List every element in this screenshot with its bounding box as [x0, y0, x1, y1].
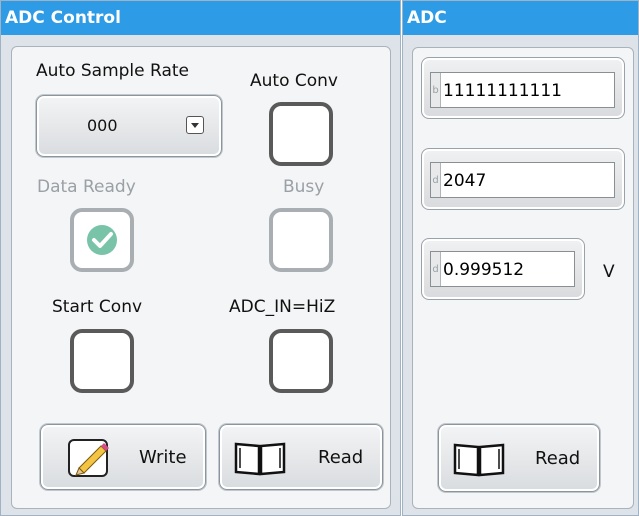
adc-control-group: Auto Sample Rate 000 Auto Conv Data Read…: [11, 46, 391, 509]
data-ready-label: Data Ready: [37, 177, 136, 197]
adc-panel: ADC b 11111111111 d 2047 d 0.999512 V Re…: [402, 0, 639, 516]
read-button-label: Read: [318, 447, 364, 468]
auto-sample-rate-value: 000: [87, 116, 118, 135]
binary-value-control: b 11111111111: [421, 57, 625, 119]
open-book-icon: [453, 443, 505, 477]
adc-title: ADC: [403, 1, 638, 35]
busy-label: Busy: [283, 177, 325, 197]
pencil-notepad-icon: [68, 439, 109, 477]
write-button-label: Write: [139, 447, 187, 468]
adc-in-hiz-label: ADC_IN=HiZ: [229, 297, 336, 317]
voltage-value-field[interactable]: d 0.999512: [430, 251, 575, 287]
auto-conv-label: Auto Conv: [250, 71, 338, 91]
checkmark-icon: [87, 225, 117, 255]
data-ready-indicator: [70, 208, 134, 272]
voltage-radix-indicator[interactable]: d: [431, 252, 441, 286]
open-book-icon: [234, 442, 286, 476]
voltage-unit-label: V: [603, 262, 615, 282]
voltage-value: 0.999512: [443, 260, 525, 280]
voltage-value-control: d 0.999512: [421, 238, 585, 300]
start-conv-toggle[interactable]: [70, 329, 134, 393]
adc-read-button[interactable]: Read: [438, 424, 600, 492]
decimal-radix-indicator[interactable]: d: [431, 163, 441, 197]
write-button[interactable]: Write: [40, 424, 206, 490]
auto-conv-toggle[interactable]: [269, 102, 333, 166]
auto-sample-rate-label: Auto Sample Rate: [36, 61, 189, 81]
decimal-value-field[interactable]: d 2047: [430, 162, 615, 198]
binary-value-field[interactable]: b 11111111111: [430, 72, 615, 108]
adc-group: b 11111111111 d 2047 d 0.999512 V Read: [412, 47, 634, 509]
binary-value: 11111111111: [443, 81, 562, 101]
start-conv-label: Start Conv: [52, 297, 143, 317]
decimal-value: 2047: [443, 171, 487, 191]
adc-control-title: ADC Control: [1, 1, 400, 35]
read-button[interactable]: Read: [219, 424, 383, 490]
dropdown-arrow-icon[interactable]: [186, 116, 204, 134]
adc-read-button-label: Read: [535, 448, 581, 469]
busy-indicator: [269, 208, 333, 272]
auto-sample-rate-select[interactable]: 000: [36, 95, 222, 157]
binary-radix-indicator[interactable]: b: [431, 73, 441, 107]
decimal-value-control: d 2047: [421, 148, 625, 210]
adc-in-hiz-toggle[interactable]: [269, 329, 333, 393]
adc-control-panel: ADC Control Auto Sample Rate 000 Auto Co…: [0, 0, 401, 516]
